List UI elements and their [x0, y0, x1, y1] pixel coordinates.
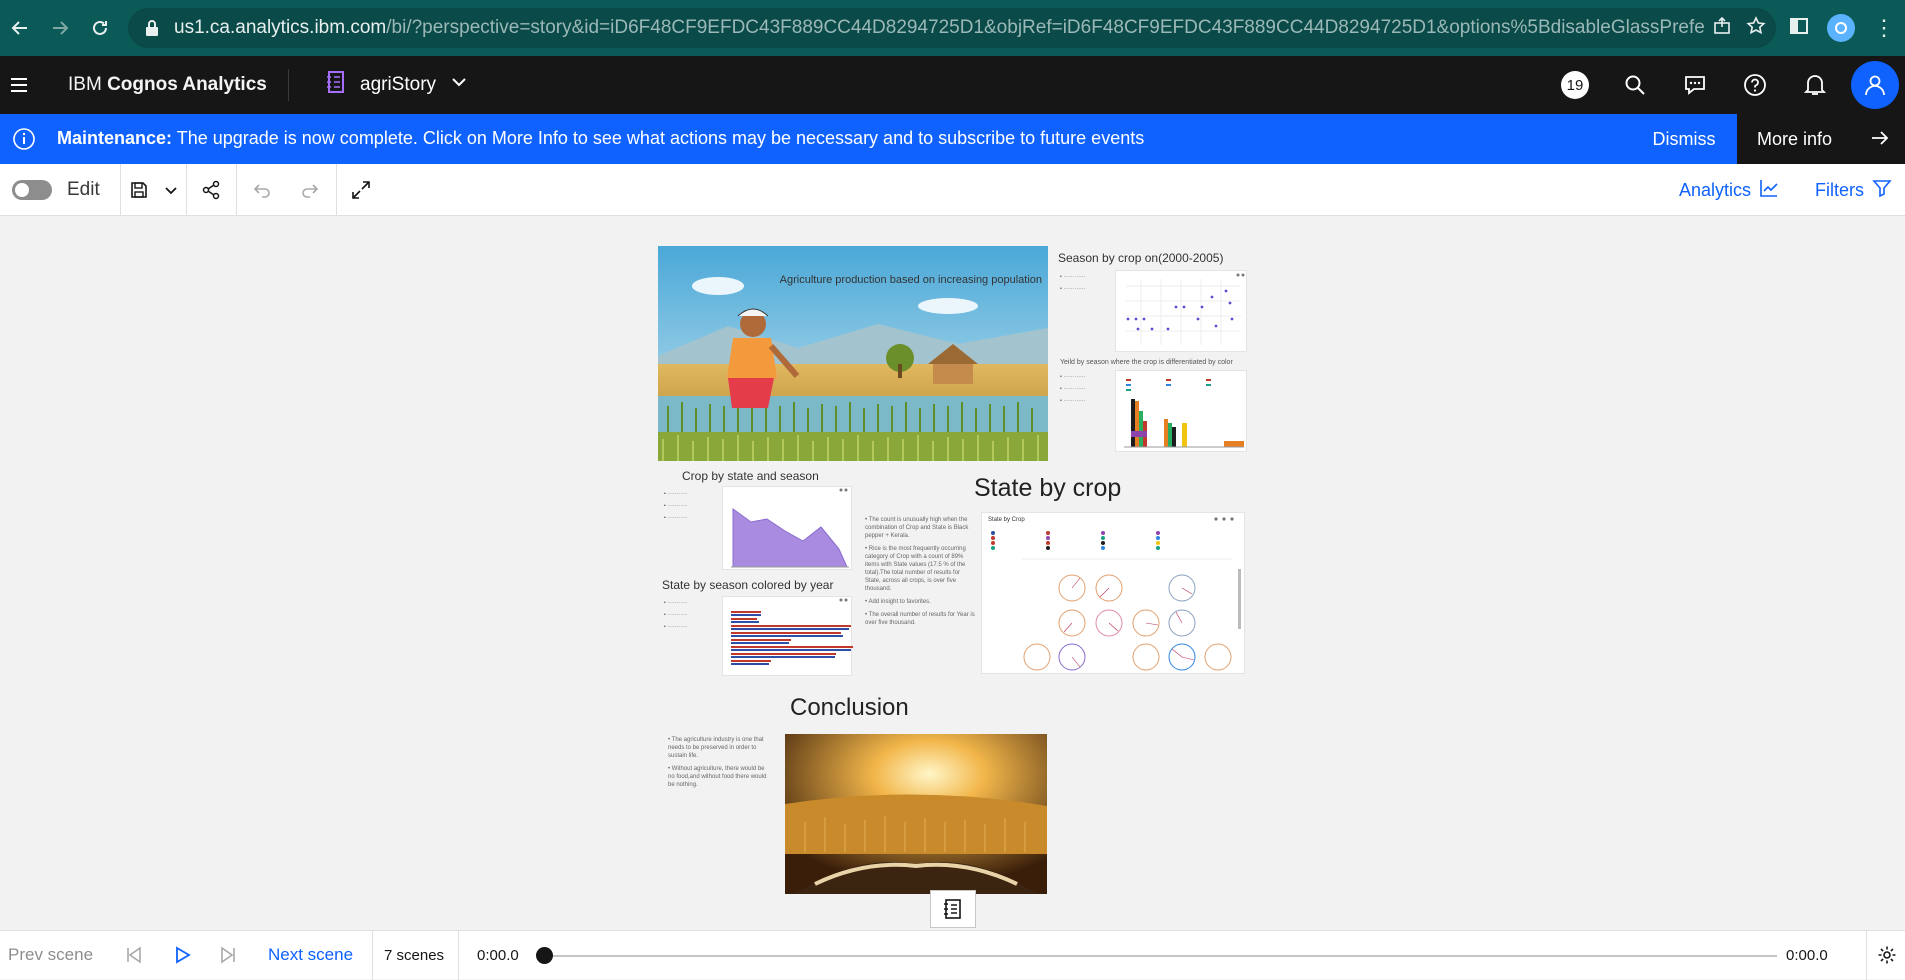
bar-chart-thumbnail[interactable] — [722, 596, 853, 676]
help-icon[interactable] — [1725, 56, 1785, 114]
toolbar-divider — [236, 164, 237, 216]
edit-label: Edit — [67, 179, 100, 200]
chat-icon[interactable] — [1665, 56, 1725, 114]
season-by-crop-notes: ▪ ············ ▪ ············ — [1060, 274, 1086, 292]
arrow-right-icon — [1869, 127, 1891, 154]
total-time: 0:00.0 — [1786, 947, 1828, 964]
conclusion-title: Conclusion — [790, 694, 909, 721]
play-icon[interactable] — [172, 945, 192, 965]
yield-notes: ▪ ············ ▪ ············ ▪ ··········… — [1060, 374, 1086, 404]
settings-gear-icon[interactable] — [1877, 945, 1897, 965]
prev-scene-button[interactable]: Prev scene — [8, 945, 93, 965]
story-title: agriStory — [360, 74, 437, 95]
save-icon[interactable] — [125, 176, 153, 204]
svg-text:State by Crop: State by Crop — [988, 517, 1025, 523]
bookmark-star-icon[interactable] — [1746, 15, 1766, 41]
save-chevron-down-icon[interactable] — [157, 176, 185, 204]
pie-grid-thumbnail[interactable]: State by Crop — [981, 512, 1245, 674]
notification-count-button[interactable]: 19 — [1545, 56, 1605, 114]
area-chart-thumbnail[interactable] — [722, 486, 852, 570]
filter-icon — [1872, 178, 1892, 203]
story-icon — [326, 70, 346, 100]
toolbar-divider — [186, 164, 187, 216]
conclusion-image[interactable] — [785, 734, 1047, 894]
yield-title: Yeild by season where the crop is differ… — [1060, 359, 1233, 366]
scene-player: Prev scene Next scene 7 scenes 0:00.0 0:… — [0, 930, 1905, 980]
story-canvas: Agriculture production based on increasi… — [0, 216, 1905, 930]
scene-count[interactable]: 7 scenes — [384, 947, 444, 964]
browser-menu-icon[interactable]: ⋮ — [1873, 15, 1895, 41]
edit-toggle[interactable] — [12, 180, 52, 200]
crop-by-state-notes: ▪ ··········· ▪ ··········· ▪ ··········· — [664, 491, 688, 521]
bell-icon[interactable] — [1785, 56, 1845, 114]
address-bar[interactable]: us1.ca.analytics.ibm.com/bi/?perspective… — [128, 8, 1776, 48]
skip-forward-icon[interactable] — [218, 945, 238, 965]
notes-icon[interactable] — [930, 890, 976, 928]
state-by-season-title: State by season colored by year — [662, 578, 834, 592]
lock-icon[interactable] — [142, 18, 162, 38]
chart-line-icon — [1759, 178, 1779, 203]
timeline-scrubber[interactable] — [536, 947, 553, 964]
hero-image[interactable]: Agriculture production based on increasi… — [658, 246, 1048, 461]
share-icon[interactable] — [197, 176, 225, 204]
redo-icon[interactable] — [296, 176, 324, 204]
crop-by-state-title: Crop by state and season — [682, 469, 819, 483]
filters-label: Filters — [1815, 180, 1864, 200]
conclusion-notes: • The agriculture industry is one that n… — [668, 737, 767, 788]
timeline-track[interactable] — [543, 955, 1777, 957]
story-switcher[interactable]: agriStory — [326, 70, 468, 100]
url-text: us1.ca.analytics.ibm.com/bi/?perspective… — [174, 17, 1704, 38]
current-time: 0:00.0 — [477, 947, 519, 964]
filters-button[interactable]: Filters — [1815, 178, 1892, 203]
more-info-label: More info — [1757, 128, 1833, 149]
next-scene-button[interactable]: Next scene — [268, 945, 353, 965]
player-divider — [458, 931, 459, 980]
header-divider — [288, 69, 289, 101]
reload-icon[interactable] — [80, 8, 120, 48]
product-name[interactable]: IBM Cognos Analytics — [68, 74, 267, 96]
analytics-button[interactable]: Analytics — [1679, 178, 1779, 203]
info-icon — [12, 127, 36, 156]
state-by-crop-title: State by crop — [974, 474, 1122, 502]
share-page-icon[interactable] — [1712, 16, 1732, 41]
toolbar-divider — [336, 164, 337, 216]
stacked-bar-thumbnail[interactable] — [1115, 370, 1247, 452]
state-by-crop-insights: • The count is unusually high when the c… — [865, 517, 975, 626]
skip-back-icon[interactable] — [124, 945, 144, 965]
user-avatar-icon[interactable] — [1851, 61, 1899, 109]
extension-icon[interactable] — [1827, 14, 1855, 42]
scatter-thumbnail[interactable] — [1115, 270, 1247, 352]
toolbar-divider — [120, 164, 121, 216]
chevron-down-icon[interactable] — [450, 73, 468, 97]
hero-title: Agriculture production based on increasi… — [779, 274, 1042, 286]
forward-icon[interactable] — [40, 8, 80, 48]
player-divider — [1866, 931, 1867, 980]
dismiss-button[interactable]: Dismiss — [1630, 114, 1738, 164]
browser-toolbar: us1.ca.analytics.ibm.com/bi/?perspective… — [0, 0, 1905, 56]
undo-icon[interactable] — [248, 176, 276, 204]
story-toolbar: Edit Analytics Filters — [0, 164, 1905, 216]
maintenance-banner: Maintenance: The upgrade is now complete… — [0, 114, 1905, 164]
hamburger-menu-icon[interactable] — [10, 73, 34, 97]
back-icon[interactable] — [0, 8, 40, 48]
player-divider — [372, 931, 373, 980]
app-header: IBM Cognos Analytics agriStory 19 — [0, 56, 1905, 114]
search-icon[interactable] — [1605, 56, 1665, 114]
analytics-label: Analytics — [1679, 180, 1752, 200]
side-panel-icon[interactable] — [1789, 16, 1809, 41]
expand-icon[interactable] — [347, 176, 375, 204]
state-by-season-notes: ▪ ··········· ▪ ··········· ▪ ··········· — [664, 600, 688, 630]
season-by-crop-title: Season by crop on(2000-2005) — [1058, 251, 1224, 265]
count-badge: 19 — [1561, 71, 1589, 99]
banner-message: Maintenance: The upgrade is now complete… — [57, 128, 1145, 148]
more-info-button[interactable]: More info — [1737, 114, 1905, 164]
